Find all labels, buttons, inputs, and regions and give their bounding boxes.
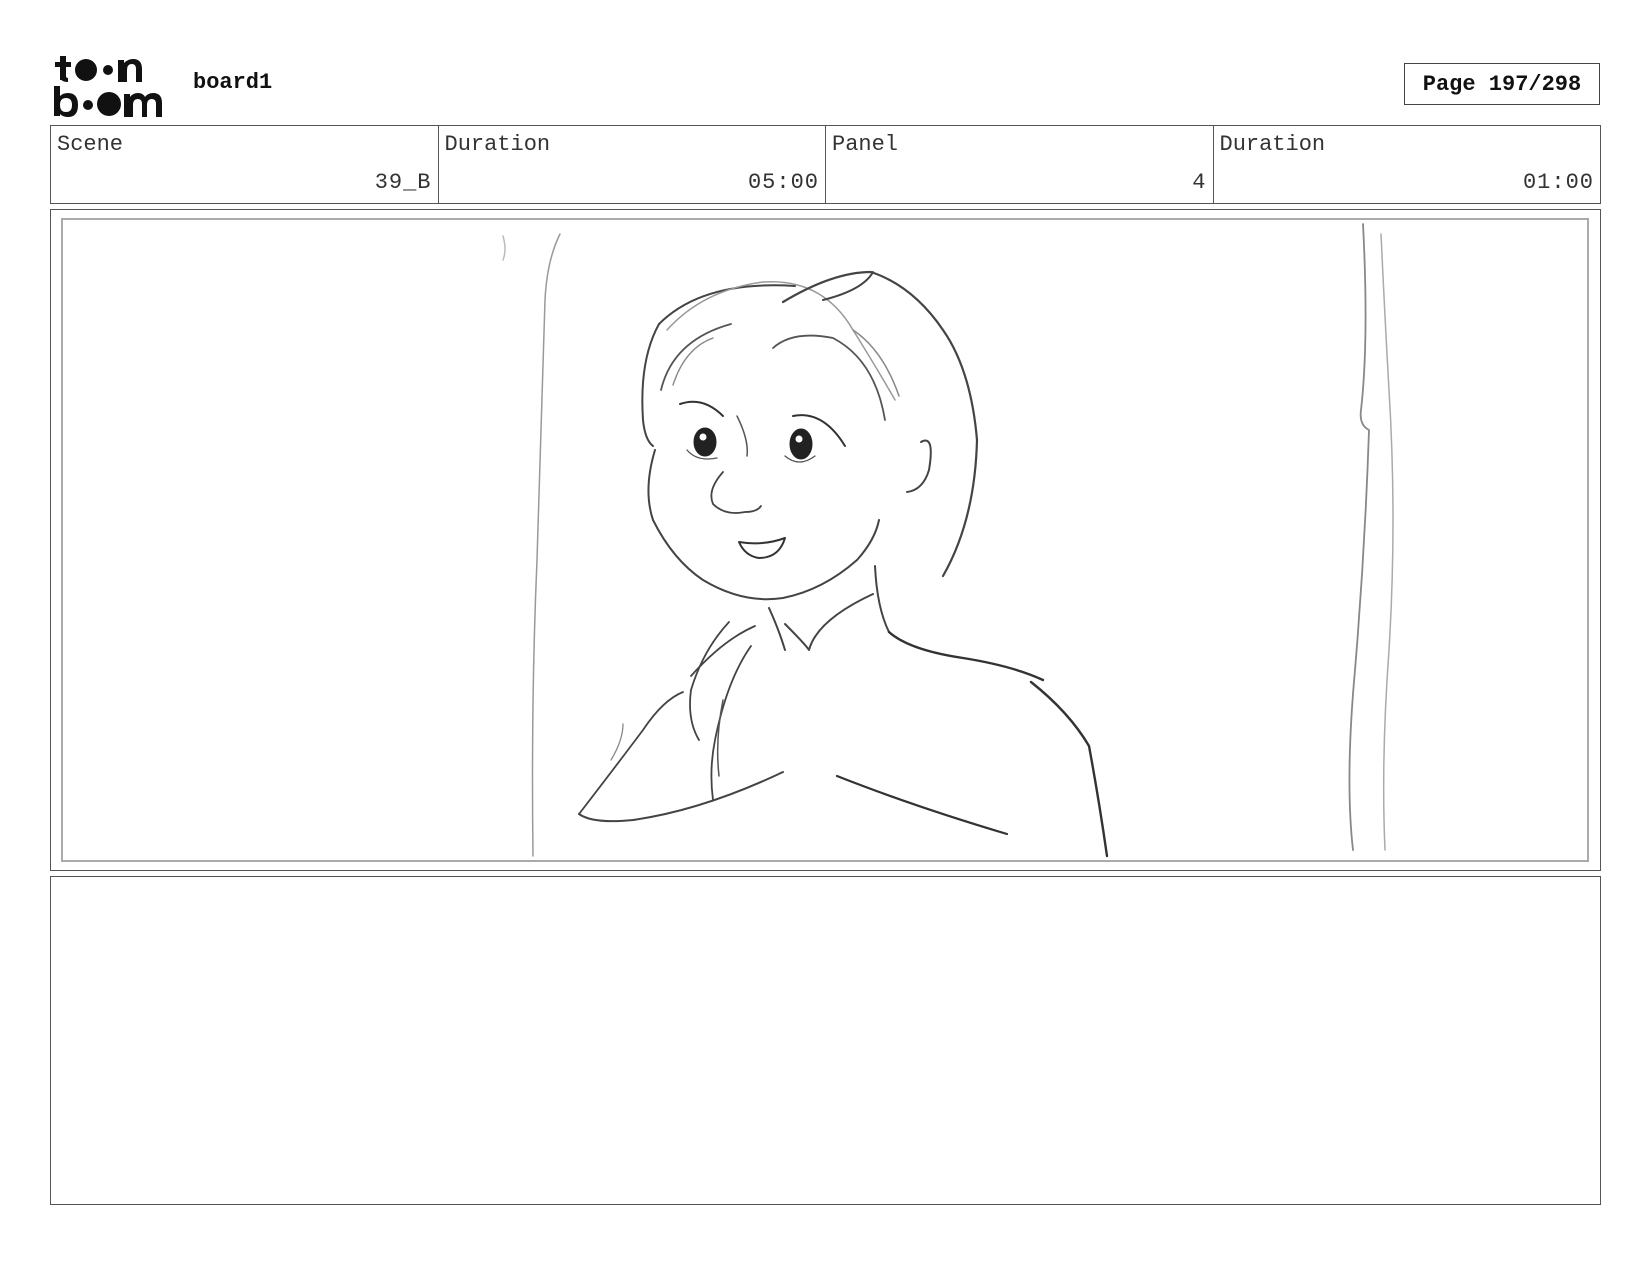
scene-cell: Scene 39_B <box>51 126 439 203</box>
scene-info-bar: Scene 39_B Duration 05:00 Panel 4 Durati… <box>50 125 1601 204</box>
panel-duration-value: 01:00 <box>1522 170 1594 195</box>
scene-duration-label: Duration <box>444 132 551 157</box>
scene-duration-cell: Duration 05:00 <box>439 126 826 203</box>
panel-sketch <box>502 223 1394 858</box>
panel-value: 4 <box>1192 170 1207 195</box>
storyboard-panel <box>50 209 1601 871</box>
scene-value: 39_B <box>374 170 432 195</box>
panel-cell: Panel 4 <box>826 126 1214 203</box>
panel-duration-label: Duration <box>1219 132 1326 157</box>
notes-area[interactable] <box>50 876 1601 1205</box>
scene-label: Scene <box>57 132 124 157</box>
scene-duration-value: 05:00 <box>747 170 819 195</box>
toon-boom-logo <box>54 56 162 117</box>
panel-label: Panel <box>832 132 899 157</box>
page-indicator: Page 197/298 <box>1404 63 1600 105</box>
panel-duration-cell: Duration 01:00 <box>1214 126 1601 203</box>
panel-drawing-area <box>61 218 1589 862</box>
board-name: board1 <box>193 70 273 95</box>
